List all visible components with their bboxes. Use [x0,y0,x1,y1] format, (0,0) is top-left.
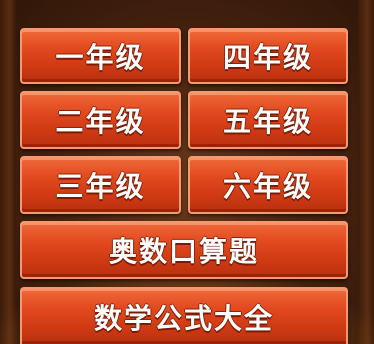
grade-2-button[interactable]: 二年级 [20,91,181,149]
grade-4-button[interactable]: 四年级 [188,28,348,84]
grade-3-button[interactable]: 三年级 [20,156,181,214]
grade-5-button[interactable]: 五年级 [188,91,348,149]
olympiad-mental-math-button[interactable]: 奥数口算题 [20,221,348,279]
math-formulas-button[interactable]: 数学公式大全 [20,287,348,344]
grade-6-button[interactable]: 六年级 [188,156,348,214]
grade-1-button[interactable]: 一年级 [20,28,181,84]
